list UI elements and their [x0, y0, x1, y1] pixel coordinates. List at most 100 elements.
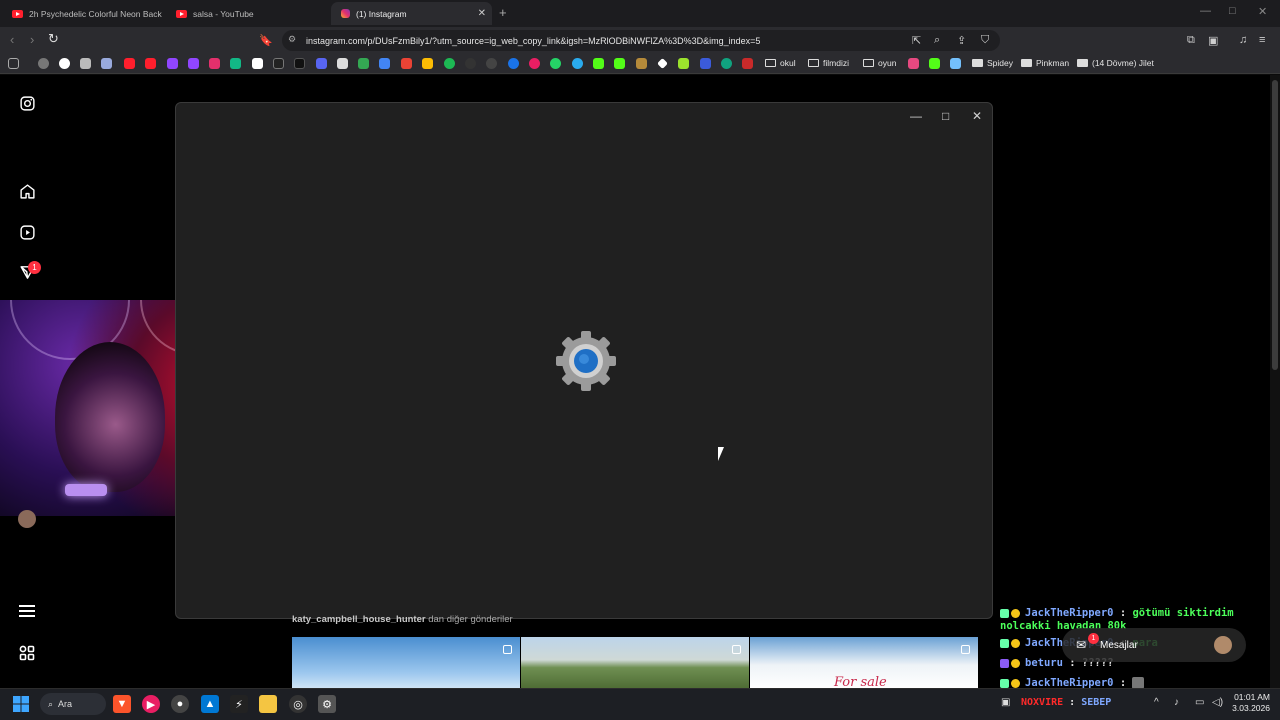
- tray-app-icon[interactable]: ▣: [1001, 697, 1010, 708]
- bookmark-favicon[interactable]: [700, 58, 711, 69]
- extensions-icon[interactable]: ⧉: [1187, 34, 1195, 47]
- bookmark-favicon[interactable]: [337, 58, 348, 69]
- minimize-icon[interactable]: —: [1200, 5, 1211, 17]
- bookmark-favicon[interactable]: [678, 58, 689, 69]
- windows-start-icon[interactable]: [12, 695, 30, 713]
- open-external-icon[interactable]: ⇱: [912, 34, 921, 47]
- post-thumbnail[interactable]: For sale: [750, 637, 978, 688]
- kick-icon[interactable]: [614, 58, 625, 69]
- x-icon[interactable]: [252, 58, 263, 69]
- github-icon[interactable]: [486, 58, 497, 69]
- tray-app-icon[interactable]: ♪: [1174, 697, 1179, 708]
- reels-icon[interactable]: [17, 222, 37, 242]
- brave-shield-icon[interactable]: ⛉: [981, 34, 989, 47]
- volume-icon[interactable]: ◁): [1212, 697, 1223, 708]
- more-menu-icon[interactable]: [17, 601, 37, 621]
- spotify-icon[interactable]: [444, 58, 455, 69]
- dialog-maximize-icon[interactable]: □: [942, 109, 949, 123]
- kick-icon[interactable]: [593, 58, 604, 69]
- bookmark-folder-oyun[interactable]: oyun: [863, 58, 896, 68]
- network-icon[interactable]: ▭: [1195, 697, 1204, 708]
- zoom-icon[interactable]: ⌕: [934, 34, 940, 47]
- scrollbar-thumb[interactable]: [1272, 80, 1278, 370]
- youtube-icon[interactable]: [124, 58, 135, 69]
- dialog-close-icon[interactable]: ✕: [972, 109, 982, 123]
- post-thumbnail[interactable]: [521, 637, 749, 688]
- twitch-icon[interactable]: [167, 58, 178, 69]
- gemini-icon[interactable]: [101, 58, 112, 69]
- tab-salsa[interactable]: salsa - YouTube: [166, 2, 326, 25]
- bookmark-favicon[interactable]: [358, 58, 369, 69]
- taskbar-search[interactable]: ⌕ Ara: [40, 693, 106, 715]
- site-info-icon[interactable]: ⚙: [288, 34, 296, 45]
- whatsapp-icon[interactable]: [550, 58, 561, 69]
- file-explorer-icon[interactable]: [259, 695, 277, 713]
- bookmark-favicon[interactable]: [230, 58, 241, 69]
- close-tab-icon[interactable]: ✕: [478, 8, 486, 19]
- settings-icon[interactable]: ⚙: [318, 695, 336, 713]
- steam-icon[interactable]: ◎: [289, 695, 307, 713]
- bookmark-favicon[interactable]: [636, 58, 647, 69]
- bookmark-jilet[interactable]: (14 Dövme) Jilet: [1077, 58, 1154, 68]
- discord-icon[interactable]: [316, 58, 327, 69]
- app-icon[interactable]: ⚡: [230, 695, 248, 713]
- home-icon[interactable]: [17, 181, 37, 201]
- post-owner-link[interactable]: katy_campbell_house_hunter: [292, 614, 426, 625]
- tray-overflow-icon[interactable]: ^: [1154, 697, 1159, 708]
- bookmark-favicon[interactable]: [742, 58, 753, 69]
- new-tab-button[interactable]: +: [499, 5, 507, 20]
- share-icon[interactable]: ⇪: [957, 34, 966, 47]
- wallet-icon[interactable]: ▣: [1208, 34, 1218, 47]
- maximize-icon[interactable]: □: [1229, 5, 1236, 17]
- tab-psychedelic[interactable]: 2h Psychedelic Colorful Neon Backgro: [2, 2, 162, 25]
- telegram-icon[interactable]: [572, 58, 583, 69]
- google-icon[interactable]: [59, 58, 70, 69]
- messages-button[interactable]: ✉ 1 Mesajlar: [1062, 628, 1246, 662]
- bookmark-spidey[interactable]: Spidey: [972, 58, 1013, 68]
- messages-badge: 1: [1088, 633, 1099, 644]
- obs-icon[interactable]: ●: [171, 695, 189, 713]
- bookmark-folder-filmdizi[interactable]: filmdizi: [808, 58, 849, 68]
- brave-browser-icon[interactable]: ▼: [113, 695, 131, 713]
- drive-icon[interactable]: [422, 58, 433, 69]
- bookmark-favicon[interactable]: [465, 58, 476, 69]
- bookmark-favicon[interactable]: [908, 58, 919, 69]
- bookmark-label: Pinkman: [1036, 58, 1070, 68]
- history-icon[interactable]: [38, 58, 49, 69]
- bookmark-pinkman[interactable]: Pinkman: [1021, 58, 1069, 68]
- loading-window: — □ ✕: [175, 102, 993, 619]
- kick-icon[interactable]: [929, 58, 940, 69]
- back-icon[interactable]: ‹: [10, 32, 14, 47]
- photos-icon[interactable]: ▲: [201, 695, 219, 713]
- system-clock[interactable]: 01:01 AM 3.03.2026: [1226, 692, 1270, 714]
- bookmark-favicon[interactable]: [80, 58, 91, 69]
- threads-icon[interactable]: [273, 58, 284, 69]
- meta-apps-icon[interactable]: [17, 643, 37, 663]
- bookmark-favicon[interactable]: [529, 58, 540, 69]
- forward-icon[interactable]: ›: [30, 32, 34, 47]
- bookmark-icon[interactable]: 🔖: [259, 34, 273, 47]
- media-player-icon[interactable]: ▶: [142, 695, 160, 713]
- apps-grid-icon[interactable]: [8, 58, 19, 69]
- translate-icon[interactable]: [379, 58, 390, 69]
- bookmark-folder-label: oyun: [878, 58, 897, 68]
- bookmark-favicon[interactable]: [950, 58, 961, 69]
- chatgpt-icon[interactable]: [721, 58, 732, 69]
- youtube-icon[interactable]: [145, 58, 156, 69]
- profile-avatar[interactable]: [18, 510, 36, 528]
- bookmark-favicon[interactable]: [508, 58, 519, 69]
- music-icon[interactable]: ♫: [1239, 34, 1247, 46]
- tiktok-icon[interactable]: [294, 58, 305, 69]
- reload-icon[interactable]: ↻: [48, 31, 59, 47]
- close-window-icon[interactable]: ✕: [1258, 5, 1267, 18]
- instagram-logo-icon[interactable]: [17, 93, 37, 113]
- menu-icon[interactable]: ≡: [1259, 34, 1265, 46]
- tab-instagram[interactable]: (1) Instagram ✕: [331, 2, 492, 25]
- instagram-icon[interactable]: [209, 58, 220, 69]
- gmail-icon[interactable]: [401, 58, 412, 69]
- bookmark-folder-okul[interactable]: okul: [765, 58, 796, 68]
- post-thumbnail[interactable]: [292, 637, 520, 688]
- url-input[interactable]: ⚙ instagram.com/p/DUsFzmBily1/?utm_sourc…: [282, 30, 1000, 51]
- dialog-minimize-icon[interactable]: —: [910, 109, 922, 123]
- twitch-icon[interactable]: [188, 58, 199, 69]
